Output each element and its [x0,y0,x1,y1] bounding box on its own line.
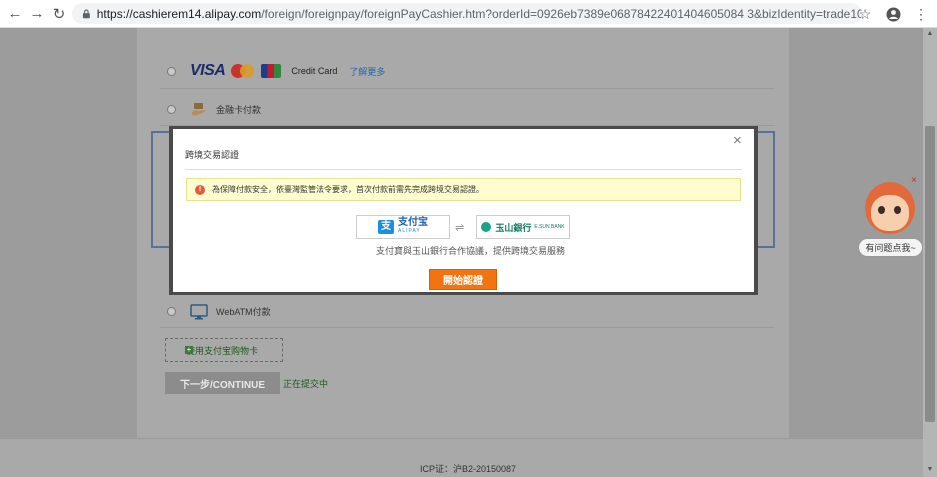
scrollbar-thumb[interactable] [925,126,935,422]
credit-card-radio[interactable] [167,66,176,76]
assistant-help-bubble[interactable]: 有问题点我~ [858,238,923,257]
reload-icon[interactable]: ↻ [48,3,70,25]
url-path: /foreign/foreignpay/foreignPayCashier.ht… [261,6,862,21]
continue-button[interactable]: 下一步/CONTINUE [165,372,280,394]
star-icon[interactable]: ☆ [855,4,875,24]
back-arrow-icon[interactable]: ← [4,3,26,25]
financial-card-label: 金融卡付款 [216,105,262,115]
alipay-name: 支付宝 [398,217,428,228]
scroll-up-icon[interactable]: ▲ [926,30,934,38]
modal-divider [185,169,742,170]
hand-card-icon [192,102,205,115]
esun-bank-name-en: E.SUN BANK [534,224,565,230]
monitor-icon [190,303,208,319]
warning-icon: ! [195,184,205,195]
alipay-logo: 支 支付宝 ALIPAY [356,215,450,239]
submitting-status: 正在提交中 [283,379,329,389]
security-notice-text: 為保障付款安全，依臺灣監管法令要求，首次付款前需先完成跨境交易認證。 [212,185,484,194]
url-text: https://cashierem14.alipay.com/foreign/f… [97,7,862,21]
credit-card-option[interactable]: VISA Credit Card 了解更多 [160,54,775,89]
swap-arrows-icon: ⇌ [455,222,465,234]
partner-description: 支付寶與玉山銀行合作協議，提供跨境交易服務 [376,246,566,256]
shopping-card-link[interactable]: 使用支付宝购物卡 [165,338,283,362]
learn-more-link[interactable]: 了解更多 [349,65,385,78]
url-host: https://cashierem14.alipay.com [96,6,262,21]
lock-icon [82,9,90,19]
credit-card-label: Credit Card [291,66,338,76]
security-notice: ! 為保障付款安全，依臺灣監管法令要求，首次付款前需先完成跨境交易認證。 [186,178,741,201]
modal-close-icon[interactable]: × [733,133,742,148]
assistant-close-icon[interactable]: × [911,175,917,186]
plus-icon: + [185,345,193,354]
assistant-avatar-face [871,195,909,231]
page-margin-right [789,28,923,438]
jcb-icon [261,64,282,78]
assistant-eye-left [878,206,885,214]
address-bar[interactable]: https://cashierem14.alipay.com/foreign/f… [72,3,862,24]
visa-logo: VISA [190,62,226,79]
financial-card-radio[interactable] [167,105,176,114]
alipay-name-en: ALIPAY [398,228,421,234]
account-icon[interactable] [883,4,903,24]
shopping-card-label: 使用支付宝购物卡 [186,345,259,356]
webatm-label: WebATM付款 [216,307,271,317]
cross-border-auth-modal [173,129,754,292]
webatm-option[interactable]: WebATM付款 [160,296,775,328]
menu-dots-icon[interactable]: ⋮ [911,4,931,24]
webatm-radio[interactable] [167,307,176,316]
browser-toolbar: ← → ↻ https://cashierem14.alipay.com/for… [0,0,937,28]
modal-title: 跨境交易認證 [185,150,240,160]
esun-bank-name: 玉山銀行 [495,222,532,233]
forward-arrow-icon[interactable]: → [26,3,48,25]
esun-bank-logo: 玉山銀行 E.SUN BANK [476,215,570,239]
assistant-eye-right [894,206,901,214]
scroll-down-icon[interactable]: ▼ [926,466,934,474]
icp-license: ICP证：沪B2-20150087 [420,464,517,474]
mastercard-icon [231,64,255,78]
page-margin-left [0,28,137,438]
financial-card-option[interactable]: 金融卡付款 [160,94,775,126]
esun-mark-icon [481,222,492,232]
start-verification-button[interactable]: 開始認證 [429,269,497,290]
alipay-mark-icon: 支 [378,220,394,234]
